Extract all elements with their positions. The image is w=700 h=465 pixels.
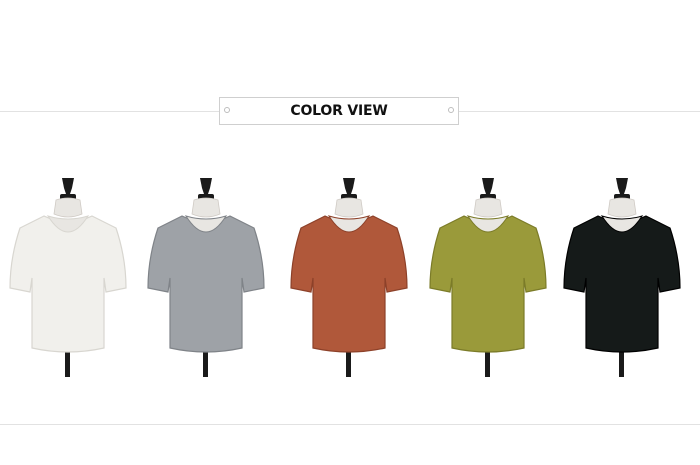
top-garment-ivory: [9, 215, 127, 353]
section-title: COLOR VIEW: [290, 103, 388, 119]
product-color-item-olive[interactable]: [418, 170, 558, 385]
product-color-item-black[interactable]: [552, 170, 692, 385]
mannequin-with-top-brick: [290, 178, 408, 377]
product-color-item-gray[interactable]: [136, 170, 276, 385]
product-color-item-ivory[interactable]: [0, 170, 138, 385]
section-title-box: COLOR VIEW: [219, 97, 459, 125]
top-garment-black: [563, 215, 681, 353]
top-garment-gray: [147, 215, 265, 353]
mannequin-with-top-ivory: [9, 178, 127, 377]
divider-bottom: [0, 424, 700, 425]
mannequin-with-top-gray: [147, 178, 265, 377]
top-garment-brick: [290, 215, 408, 353]
mannequin-with-top-olive: [429, 178, 547, 377]
product-color-item-brick[interactable]: [279, 170, 419, 385]
top-garment-olive: [429, 215, 547, 353]
mannequin-with-top-black: [563, 178, 681, 377]
circle-ornament-icon: [448, 107, 454, 113]
circle-ornament-icon: [224, 107, 230, 113]
